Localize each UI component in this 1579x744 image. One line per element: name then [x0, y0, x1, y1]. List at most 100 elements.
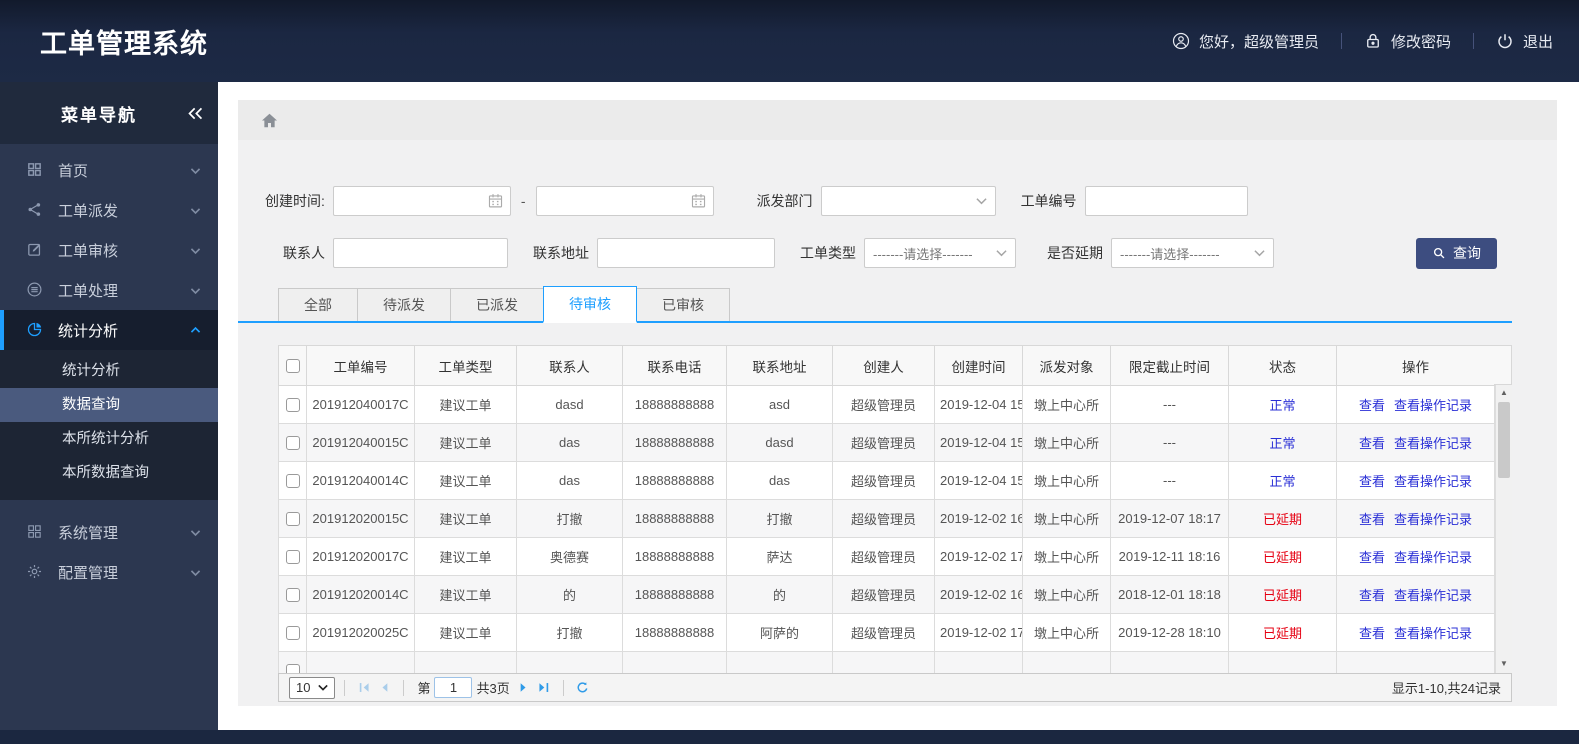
- cell-order-type: 建议工单: [414, 461, 517, 500]
- cell-target: 墩上中心所: [1022, 385, 1111, 424]
- pie-chart-icon: [26, 321, 44, 339]
- tab-reviewed[interactable]: 已审核: [636, 288, 730, 321]
- view-log-link[interactable]: 查看操作记录: [1394, 588, 1472, 603]
- contact-input[interactable]: [333, 238, 508, 268]
- view-link[interactable]: 查看: [1359, 550, 1385, 565]
- view-link[interactable]: 查看: [1359, 436, 1385, 451]
- logout-link[interactable]: 退出: [1496, 31, 1553, 52]
- edit-icon: [26, 241, 44, 259]
- col-order-no: 工单编号: [306, 345, 415, 386]
- prev-page-button[interactable]: [374, 678, 394, 698]
- row-checkbox[interactable]: [285, 474, 300, 489]
- share-icon: [26, 201, 44, 219]
- cell-deadline: 2019-12-11 18:16: [1110, 537, 1229, 576]
- calendar-icon[interactable]: [487, 192, 504, 209]
- submenu-item-local-data-query[interactable]: 本所数据查询: [0, 456, 218, 490]
- scrollbar-thumb[interactable]: [1498, 402, 1510, 478]
- sidebar-item-system[interactable]: 系统管理: [0, 512, 218, 552]
- chevron-down-icon: [1254, 249, 1265, 257]
- table-row: 201912020025C 建议工单 打撤 18888888888 阿萨的 超级…: [278, 613, 1495, 652]
- scrollbar-track[interactable]: ▲ ▼: [1495, 385, 1512, 673]
- create-time-end-input[interactable]: [535, 186, 714, 216]
- tab-pending-dispatch[interactable]: 待派发: [357, 288, 451, 321]
- sidebar-item-review[interactable]: 工单审核: [0, 230, 218, 270]
- header-divider: [1340, 33, 1342, 49]
- filter-row-2: 联系人 联系地址 工单类型 -------请选择------- 是否延期 ---…: [238, 237, 1557, 269]
- tab-all[interactable]: 全部: [278, 288, 358, 321]
- cell-created: 2019-12-02 16:: [934, 499, 1023, 538]
- delayed-select[interactable]: -------请选择-------: [1111, 238, 1274, 268]
- next-page-button[interactable]: [514, 678, 534, 698]
- cell-creator: [832, 651, 935, 673]
- chevron-down-icon: [996, 249, 1007, 257]
- dispatch-dept-select[interactable]: [820, 186, 996, 216]
- cell-address: [726, 651, 833, 673]
- view-log-link[interactable]: 查看操作记录: [1394, 512, 1472, 527]
- last-page-button[interactable]: [534, 678, 554, 698]
- row-checkbox[interactable]: [285, 512, 300, 527]
- submenu-item-statistics-analysis[interactable]: 统计分析: [0, 354, 218, 388]
- refresh-icon[interactable]: [573, 678, 593, 698]
- view-link[interactable]: 查看: [1359, 588, 1385, 603]
- cell-creator: 超级管理员: [832, 385, 935, 424]
- calendar-icon[interactable]: [690, 192, 707, 209]
- sidebar-item-dispatch[interactable]: 工单派发: [0, 190, 218, 230]
- table-row: [278, 651, 1495, 673]
- status-badge: 正常: [1269, 474, 1296, 489]
- select-all-checkbox[interactable]: [285, 359, 300, 374]
- cell-operations: 查看 查看操作记录: [1336, 575, 1495, 614]
- view-link[interactable]: 查看: [1359, 512, 1385, 527]
- cell-operations: 查看 查看操作记录: [1336, 537, 1495, 576]
- change-password-link[interactable]: 修改密码: [1364, 31, 1451, 52]
- order-no-input[interactable]: [1084, 186, 1248, 216]
- home-icon[interactable]: [260, 111, 279, 130]
- chevron-down-icon: [189, 244, 202, 257]
- delayed-value: -------请选择-------: [1120, 246, 1220, 262]
- address-input[interactable]: [597, 238, 775, 268]
- query-button[interactable]: 查询: [1416, 237, 1497, 269]
- tab-dispatched[interactable]: 已派发: [450, 288, 544, 321]
- order-type-label: 工单类型: [800, 245, 856, 261]
- row-checkbox[interactable]: [285, 664, 300, 673]
- logout-label: 退出: [1522, 33, 1553, 51]
- cell-contact: 打撤: [516, 613, 623, 652]
- view-log-link[interactable]: 查看操作记录: [1394, 626, 1472, 641]
- page-number-input[interactable]: [434, 677, 473, 698]
- page-size-select[interactable]: 10: [289, 676, 336, 699]
- row-select-cell: [278, 499, 307, 538]
- scroll-up-icon[interactable]: ▲: [1496, 385, 1512, 400]
- first-page-button[interactable]: [354, 678, 374, 698]
- view-link[interactable]: 查看: [1359, 474, 1385, 489]
- row-checkbox[interactable]: [285, 588, 300, 603]
- row-checkbox[interactable]: [285, 436, 300, 451]
- submenu-item-data-query[interactable]: 数据查询: [0, 388, 218, 422]
- sidebar-item-config[interactable]: 配置管理: [0, 552, 218, 592]
- user-greeting[interactable]: 您好，超级管理员: [1172, 31, 1319, 52]
- view-log-link[interactable]: 查看操作记录: [1394, 436, 1472, 451]
- lock-icon: [1364, 32, 1382, 50]
- submenu-item-local-statistics[interactable]: 本所统计分析: [0, 422, 218, 456]
- view-log-link[interactable]: 查看操作记录: [1394, 398, 1472, 413]
- chevron-down-icon: [189, 164, 202, 177]
- sidebar-item-process[interactable]: 工单处理: [0, 270, 218, 310]
- cell-created: 2019-12-02 17:: [934, 613, 1023, 652]
- cell-address: asd: [726, 385, 833, 424]
- row-checkbox[interactable]: [285, 550, 300, 565]
- row-checkbox[interactable]: [285, 398, 300, 413]
- sidebar-item-statistics[interactable]: 统计分析: [0, 310, 218, 350]
- view-link[interactable]: 查看: [1359, 626, 1385, 641]
- scroll-down-icon[interactable]: ▼: [1496, 656, 1512, 671]
- view-link[interactable]: 查看: [1359, 398, 1385, 413]
- view-log-link[interactable]: 查看操作记录: [1394, 474, 1472, 489]
- delayed-label: 是否延期: [1047, 245, 1103, 261]
- create-time-start-input[interactable]: [332, 186, 511, 216]
- sidebar-item-home[interactable]: 首页: [0, 150, 218, 190]
- sidebar-collapse-icon[interactable]: [172, 106, 218, 121]
- footer-bar: [0, 730, 1579, 744]
- order-type-select[interactable]: -------请选择-------: [864, 238, 1016, 268]
- tab-pending-review[interactable]: 待审核: [543, 286, 637, 323]
- row-checkbox[interactable]: [285, 626, 300, 641]
- view-log-link[interactable]: 查看操作记录: [1394, 550, 1472, 565]
- cell-address: 阿萨的: [726, 613, 833, 652]
- cell-deadline: ---: [1110, 385, 1229, 424]
